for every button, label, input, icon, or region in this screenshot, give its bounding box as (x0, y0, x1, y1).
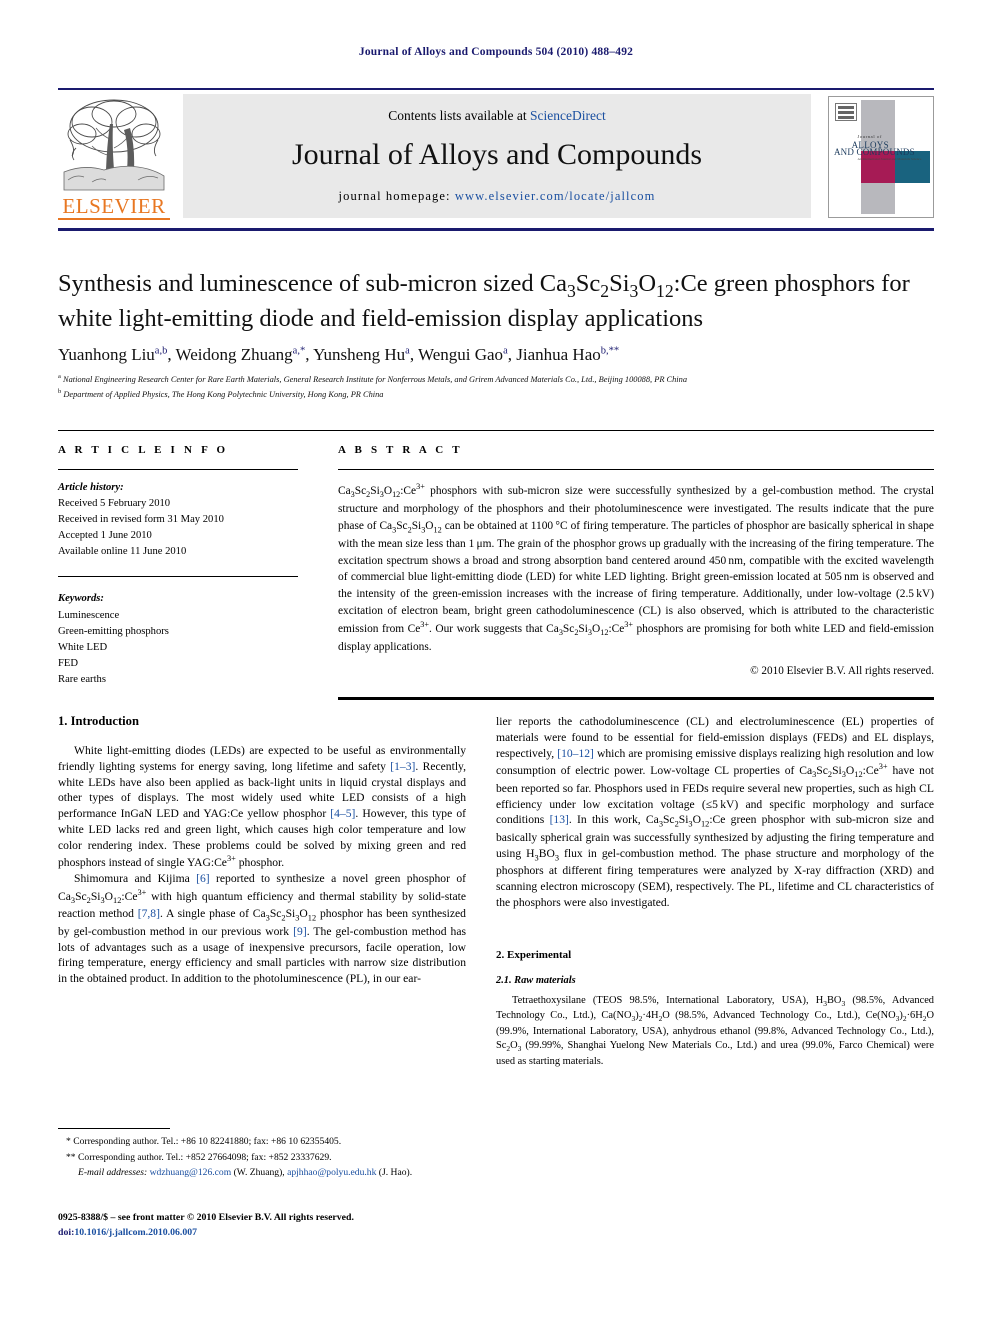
intro-paragraph-2: Shimomura and Kijima [6] reported to syn… (58, 871, 466, 986)
doi-value[interactable]: 10.1016/j.jallcom.2010.06.007 (74, 1227, 197, 1238)
subsection-heading-raw-materials: 2.1. Raw materials (496, 974, 576, 986)
cover-publisher-mark-icon (834, 103, 857, 122)
article-info-column: A R T I C L E I N F O Article history: R… (58, 444, 298, 688)
body-column-left: 1. Introduction White light-emitting dio… (58, 714, 466, 987)
article-info-divider (58, 469, 298, 470)
keywords-label: Keywords: (58, 593, 104, 605)
contents-line: Contents lists available at ScienceDirec… (183, 108, 811, 124)
journal-homepage-line: journal homepage: www.elsevier.com/locat… (183, 189, 811, 204)
abstract-copyright: © 2010 Elsevier B.V. All rights reserved… (750, 664, 934, 677)
masthead-bottom-rule (58, 228, 934, 231)
info-top-rule (58, 430, 934, 431)
cover-line1: Journal of (857, 134, 882, 140)
contents-label: Contents lists available at (388, 108, 527, 123)
cover-gray-bottom (861, 183, 895, 214)
abstract-bottom-rule (338, 697, 934, 700)
page-title: Synthesis and luminescence of sub-micron… (58, 270, 910, 332)
journal-cover-thumbnail: Journal of ALLOYS AND COMPOUNDS An Inter… (828, 96, 934, 218)
journal-title: Journal of Alloys and Compounds (292, 138, 702, 171)
top-rule (58, 88, 934, 90)
history-item: Accepted 1 June 2010 (58, 530, 152, 542)
cover-line4: An International Journal and Materials S… (857, 157, 922, 161)
email-owner-hao: (J. Hao). (378, 1167, 413, 1179)
masthead-banner: Contents lists available at ScienceDirec… (183, 94, 811, 218)
email-owner-zhuang: (W. Zhuang), (233, 1167, 285, 1179)
doi-label: doi: (58, 1227, 75, 1239)
doi-line: doi:10.1016/j.jallcom.2010.06.007 (58, 1225, 466, 1240)
masthead: ELSEVIER Contents lists available at Sci… (58, 94, 934, 220)
running-head: Journal of Alloys and Compounds 504 (201… (358, 46, 634, 58)
section-heading-experimental: 2. Experimental (496, 948, 572, 961)
affiliation-b: b Department of Applied Physics, The Hon… (58, 387, 384, 399)
footnotes: * Corresponding author. Tel.: +86 10 822… (58, 1134, 466, 1181)
history-item: Available online 11 June 2010 (58, 546, 187, 558)
history-item: Received 5 February 2010 (58, 498, 171, 510)
footnote-emails: E-mail addresses: wdzhuang@126.com (W. Z… (58, 1165, 466, 1181)
article-info-heading: A R T I C L E I N F O (58, 444, 229, 456)
email-link-zhuang[interactable]: wdzhuang@126.com (150, 1167, 232, 1178)
intro-paragraph-1: White light-emitting diodes (LEDs) are e… (58, 744, 466, 870)
affiliations: a National Engineering Research Center f… (58, 372, 934, 401)
keyword-item: Luminescence (58, 609, 120, 621)
author-list: Yuanhong Liua,b, Weidong Zhuanga,*, Yuns… (58, 345, 620, 364)
abstract-column: A B S T R A C T Ca3Sc2Si3O12:Ce3+ phosph… (338, 444, 934, 677)
elsevier-logo: ELSEVIER (58, 94, 170, 220)
section-heading-introduction: 1. Introduction (58, 714, 139, 728)
cover-line3: AND COMPOUNDS (833, 147, 915, 158)
elsevier-underline (58, 218, 170, 220)
affiliation-a: a National Engineering Research Center f… (58, 373, 688, 384)
raw-materials-paragraph: Tetraethoxysilane (TEOS 98.5%, Internati… (496, 994, 935, 1067)
body-column-right: lier reports the cathodoluminescence (CL… (496, 714, 934, 1070)
email-label: E-mail addresses: (78, 1167, 148, 1179)
footnote-corresponding-1: * Corresponding author. Tel.: +86 10 822… (66, 1136, 342, 1147)
keywords-divider (58, 576, 298, 578)
keyword-item: Rare earths (58, 673, 106, 685)
abstract-text: Ca3Sc2Si3O12:Ce3+ phosphors with sub-mic… (338, 482, 934, 654)
keyword-item: FED (58, 657, 79, 669)
homepage-label: journal homepage: (338, 189, 451, 203)
abstract-heading: A B S T R A C T (338, 444, 463, 456)
email-link-hao[interactable]: apjhhao@polyu.edu.hk (287, 1167, 376, 1178)
abstract-divider (338, 469, 934, 470)
article-history: Article history: Received 5 February 201… (58, 480, 298, 560)
footnote-corresponding-2: ** Corresponding author. Tel.: +852 2766… (66, 1151, 332, 1163)
keyword-item: Green-emitting phosphors (58, 625, 169, 637)
homepage-url[interactable]: www.elsevier.com/locate/jallcom (455, 189, 656, 203)
footnote-rule (58, 1128, 170, 1129)
elsevier-wordmark: ELSEVIER (62, 194, 166, 218)
issn-line: 0925-8388/$ – see front matter © 2010 El… (58, 1212, 354, 1223)
elsevier-tree-icon (63, 99, 165, 191)
keyword-item: White LED (58, 641, 108, 653)
paper-page: Journal of Alloys and Compounds 504 (201… (0, 0, 992, 1323)
history-label: Article history: (58, 482, 124, 493)
intro-paragraph-2-continued: lier reports the cathodoluminescence (CL… (496, 715, 935, 909)
sciencedirect-link[interactable]: ScienceDirect (530, 108, 606, 123)
footer-issn-block: 0925-8388/$ – see front matter © 2010 El… (58, 1210, 466, 1240)
keywords-block: Keywords: Luminescence Green-emitting ph… (58, 591, 298, 688)
history-item: Received in revised form 31 May 2010 (58, 514, 224, 526)
